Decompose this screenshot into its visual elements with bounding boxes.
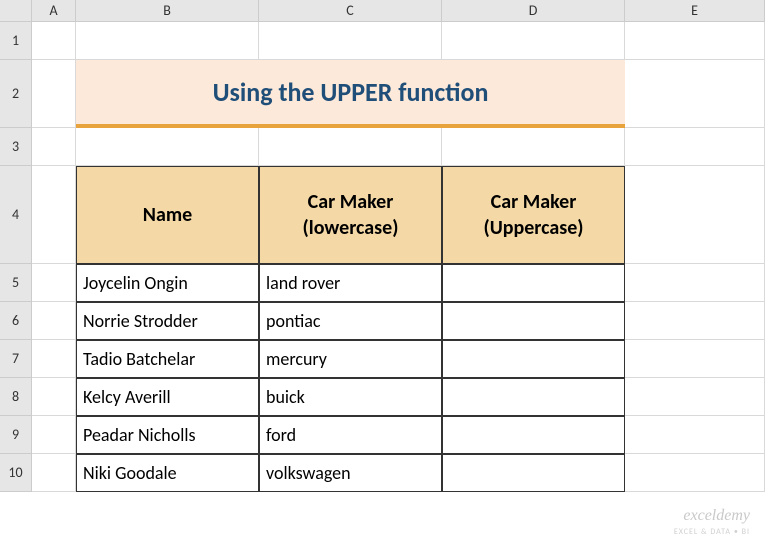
cell[interactable]: [32, 128, 76, 166]
row-header-2[interactable]: 2: [0, 60, 32, 128]
cell[interactable]: [442, 22, 625, 60]
cell[interactable]: [32, 340, 76, 378]
cell[interactable]: [625, 416, 765, 454]
cell[interactable]: [32, 22, 76, 60]
row-header-7[interactable]: 7: [0, 340, 32, 378]
cell[interactable]: [76, 22, 259, 60]
cell[interactable]: [259, 22, 442, 60]
cell[interactable]: [76, 128, 259, 166]
cell[interactable]: [625, 378, 765, 416]
cell[interactable]: [625, 264, 765, 302]
watermark-subtitle: EXCEL & DATA • BI: [674, 527, 750, 537]
row-header-5[interactable]: 5: [0, 264, 32, 302]
row-header-9[interactable]: 9: [0, 416, 32, 454]
row-header-3[interactable]: 3: [0, 128, 32, 166]
table-cell-lower[interactable]: pontiac: [259, 302, 442, 340]
cell[interactable]: [32, 264, 76, 302]
cell[interactable]: [625, 454, 765, 492]
cell[interactable]: [32, 302, 76, 340]
table-cell-name[interactable]: Kelcy Averill: [76, 378, 259, 416]
table-cell-upper[interactable]: [442, 454, 625, 492]
table-cell-lower[interactable]: mercury: [259, 340, 442, 378]
row-header-4[interactable]: 4: [0, 166, 32, 264]
table-cell-name[interactable]: Niki Goodale: [76, 454, 259, 492]
row-header-10[interactable]: 10: [0, 454, 32, 492]
page-title[interactable]: Using the UPPER function: [76, 60, 625, 128]
cell[interactable]: [32, 416, 76, 454]
cell[interactable]: [625, 340, 765, 378]
table-cell-name[interactable]: Peadar Nicholls: [76, 416, 259, 454]
cell[interactable]: [625, 60, 765, 128]
row-header-8[interactable]: 8: [0, 378, 32, 416]
table-cell-upper[interactable]: [442, 302, 625, 340]
select-all-corner[interactable]: [0, 0, 32, 22]
col-header-A[interactable]: A: [32, 0, 76, 22]
table-header-upper[interactable]: Car Maker (Uppercase): [442, 166, 625, 264]
spreadsheet-grid: A B C D E 1 2 Using the UPPER function 3…: [0, 0, 768, 492]
row-header-1[interactable]: 1: [0, 22, 32, 60]
table-cell-name[interactable]: Tadio Batchelar: [76, 340, 259, 378]
cell[interactable]: [259, 128, 442, 166]
cell[interactable]: [32, 454, 76, 492]
table-cell-upper[interactable]: [442, 340, 625, 378]
table-cell-lower[interactable]: ford: [259, 416, 442, 454]
col-header-E[interactable]: E: [625, 0, 765, 22]
table-cell-name[interactable]: Joycelin Ongin: [76, 264, 259, 302]
cell[interactable]: [32, 378, 76, 416]
table-cell-name[interactable]: Norrie Strodder: [76, 302, 259, 340]
table-cell-lower[interactable]: land rover: [259, 264, 442, 302]
cell[interactable]: [625, 166, 765, 264]
col-header-D[interactable]: D: [442, 0, 625, 22]
cell[interactable]: [625, 302, 765, 340]
table-cell-upper[interactable]: [442, 264, 625, 302]
col-header-C[interactable]: C: [259, 0, 442, 22]
cell[interactable]: [442, 128, 625, 166]
table-cell-upper[interactable]: [442, 416, 625, 454]
cell[interactable]: [32, 166, 76, 264]
table-cell-lower[interactable]: volkswagen: [259, 454, 442, 492]
table-header-lower[interactable]: Car Maker (lowercase): [259, 166, 442, 264]
cell[interactable]: [32, 60, 76, 128]
table-cell-lower[interactable]: buick: [259, 378, 442, 416]
row-header-6[interactable]: 6: [0, 302, 32, 340]
table-header-name[interactable]: Name: [76, 166, 259, 264]
watermark-logo: exceldemy: [683, 507, 750, 525]
col-header-B[interactable]: B: [76, 0, 259, 22]
cell[interactable]: [625, 128, 765, 166]
table-cell-upper[interactable]: [442, 378, 625, 416]
cell[interactable]: [625, 22, 765, 60]
